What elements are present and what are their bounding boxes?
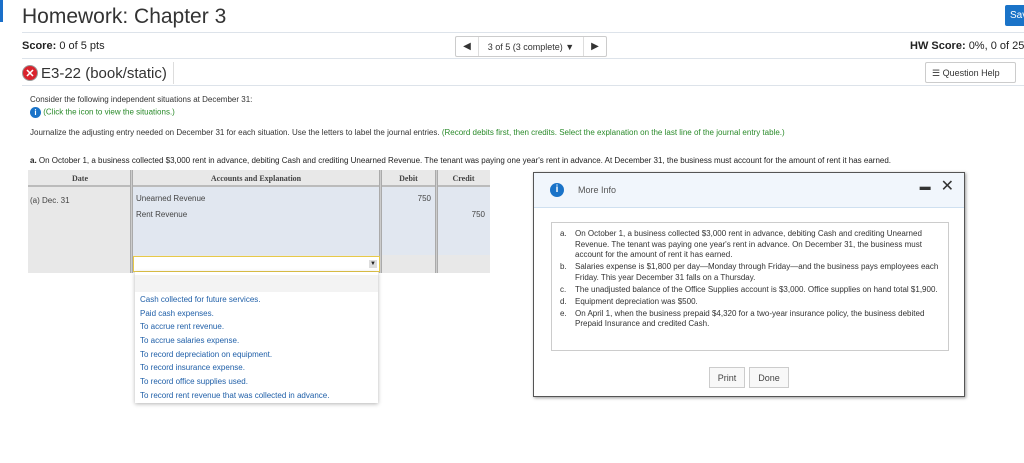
- chevron-down-icon[interactable]: ▼: [369, 260, 377, 268]
- prev-question-button[interactable]: ◀: [456, 41, 478, 52]
- debit-cell[interactable]: 750: [388, 194, 431, 203]
- dropdown-option[interactable]: To record insurance expense.: [135, 360, 378, 374]
- question-select[interactable]: 3 of 5 (3 complete) ▼: [478, 37, 584, 56]
- question-id: ✕ E3-22 (book/static): [22, 62, 174, 84]
- dropdown-option[interactable]: To record rent revenue that was collecte…: [135, 388, 378, 402]
- score: Score: 0 of 5 pts: [22, 40, 105, 52]
- dropdown-option[interactable]: Paid cash expenses.: [135, 306, 378, 320]
- explanation-select[interactable]: ▼: [133, 256, 380, 272]
- dropdown-option-blank[interactable]: [135, 275, 378, 292]
- close-icon[interactable]: ✕: [941, 176, 954, 196]
- account-cell[interactable]: Unearned Revenue: [136, 194, 205, 203]
- instruction-text: Consider the following independent situa…: [30, 95, 253, 104]
- page-title: Homework: Chapter 3: [22, 5, 227, 28]
- situations-list: a. On October 1, a business collected $3,…: [551, 222, 949, 351]
- dialog-header: i More Info: [534, 173, 964, 208]
- question-help-button[interactable]: ☰ Question Help: [925, 62, 1016, 83]
- left-accent-bar: [0, 0, 3, 22]
- account-cell[interactable]: Rent Revenue: [136, 210, 187, 219]
- situation-item: e. On April 1, when the business prepaid …: [560, 308, 925, 329]
- header-accounts: Accounts and Explanation: [132, 170, 380, 187]
- minimize-icon[interactable]: ▬: [920, 176, 931, 196]
- divider: [22, 58, 1024, 59]
- situation-item: d. Equipment depreciation was $500.: [560, 296, 698, 306]
- dropdown-option[interactable]: To accrue salaries expense.: [135, 333, 378, 347]
- more-info-dialog: i More Info ▬ ✕ a. On October 1, a business…: [533, 172, 965, 397]
- header-date: Date: [28, 170, 132, 187]
- save-button[interactable]: Sav: [1005, 5, 1024, 26]
- header-credit: Credit: [437, 170, 490, 187]
- hw-score: HW Score: 0%, 0 of 25: [910, 40, 1024, 52]
- done-button[interactable]: Done: [749, 367, 789, 388]
- info-icon: i: [550, 183, 564, 197]
- explanation-dropdown: Cash collected for future services. Paid…: [135, 272, 378, 403]
- question-navigator: ◀ 3 of 5 (3 complete) ▼ ▶: [455, 36, 607, 57]
- situation-a: a. On October 1, a business collected $3…: [30, 156, 892, 165]
- instruction-text: Journalize the adjusting entry needed on…: [30, 128, 785, 137]
- dropdown-option[interactable]: To accrue rent revenue.: [135, 319, 378, 333]
- info-icon[interactable]: i: [30, 107, 41, 118]
- dropdown-option[interactable]: To record office supplies used.: [135, 374, 378, 388]
- situation-item: c. The unadjusted balance of the Office S…: [560, 284, 938, 294]
- list-icon: ☰: [932, 68, 941, 78]
- date-cell: (a) Dec. 31: [30, 196, 70, 205]
- divider: [22, 32, 1024, 33]
- dropdown-option[interactable]: To record depreciation on equipment.: [135, 347, 378, 361]
- situation-item: a. On October 1, a business collected $3,…: [560, 229, 922, 259]
- dropdown-option[interactable]: Cash collected for future services.: [135, 292, 378, 306]
- next-question-button[interactable]: ▶: [584, 41, 606, 52]
- credit-cell[interactable]: 750: [440, 210, 485, 219]
- situations-link[interactable]: i (Click the icon to view the situations…: [30, 107, 175, 118]
- header-debit: Debit: [380, 170, 437, 187]
- situation-item: b. Salaries expense is $1,800 per day—Mon…: [560, 262, 939, 282]
- incorrect-icon: ✕: [22, 65, 38, 81]
- divider: [22, 85, 1024, 86]
- print-button[interactable]: Print: [709, 367, 745, 388]
